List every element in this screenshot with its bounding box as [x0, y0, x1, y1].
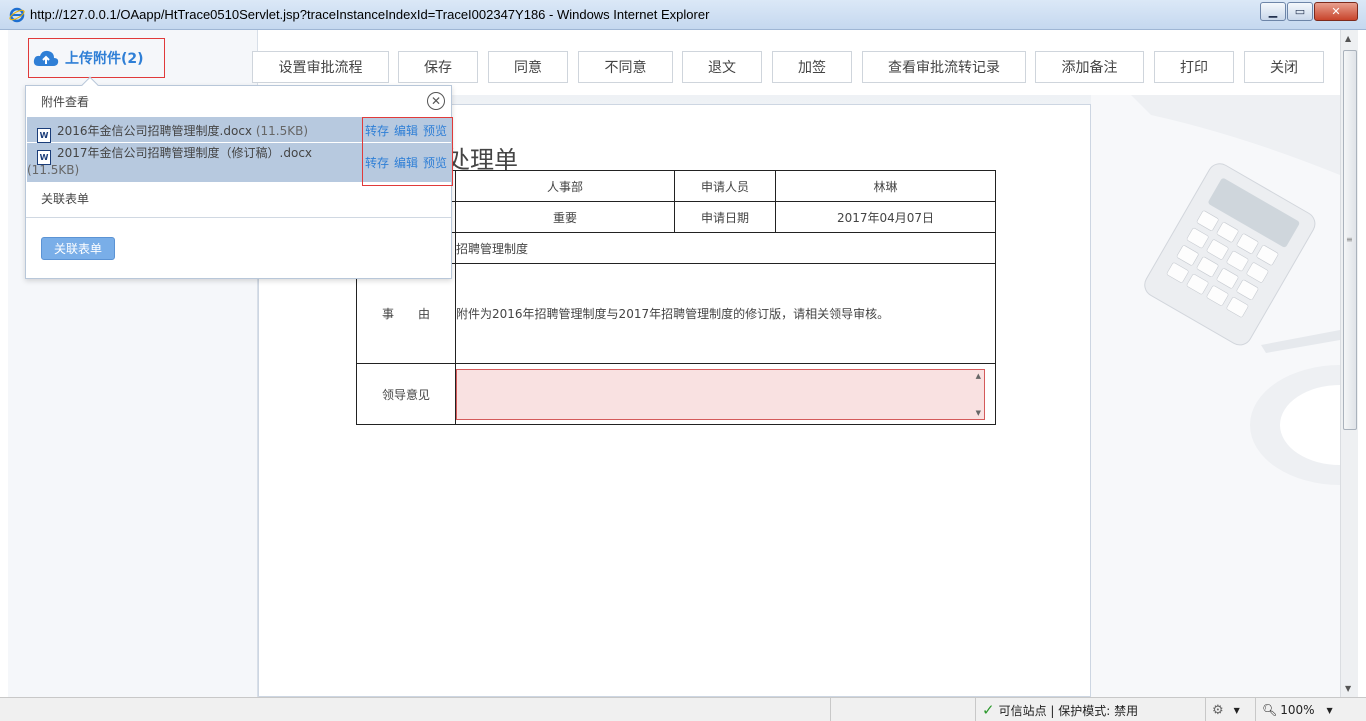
zoom-icon: 🔍︎	[1262, 703, 1278, 717]
view-approval-records-button[interactable]: 查看审批流转记录	[862, 51, 1026, 83]
attachment-name[interactable]: 2017年金信公司招聘管理制度（修订稿）.docx	[57, 146, 312, 160]
minimize-icon: ▁	[1268, 5, 1278, 18]
opinion-cell: ▲ ▼	[455, 363, 996, 425]
security-zone-text: 可信站点 | 保护模式: 禁用	[998, 703, 1139, 718]
textarea-scroll-down-icon[interactable]: ▼	[976, 409, 981, 417]
return-document-button[interactable]: 退文	[682, 51, 762, 83]
save-button[interactable]: 保存	[398, 51, 478, 83]
add-note-button[interactable]: 添加备注	[1035, 51, 1144, 83]
print-button[interactable]: 打印	[1154, 51, 1234, 83]
scroll-down-icon[interactable]: ▼	[1345, 684, 1351, 693]
textarea-scroll-up-icon[interactable]: ▲	[976, 372, 981, 380]
close-icon: ✕	[1331, 5, 1341, 18]
attachment-size: (11.5KB)	[255, 124, 309, 138]
ie-icon	[9, 7, 25, 23]
word-file-icon: W	[37, 128, 51, 143]
minimize-button[interactable]: ▁	[1260, 2, 1286, 21]
popup-divider	[26, 217, 451, 218]
close-circle-icon: ✕	[430, 94, 442, 108]
window-controls: ▁ ▭ ✕	[1260, 2, 1358, 21]
chevron-down-icon: ▼	[1233, 705, 1240, 715]
leader-opinion-textarea[interactable]: ▲ ▼	[456, 368, 986, 420]
agree-button[interactable]: 同意	[488, 51, 568, 83]
upload-attachment-label: 上传附件(2)	[65, 51, 144, 67]
date-value: 2017年04月07日	[774, 201, 997, 233]
disagree-button[interactable]: 不同意	[578, 51, 673, 83]
chevron-down-icon: ▼	[1326, 705, 1333, 715]
upload-attachment-button[interactable]: 上传附件(2)	[28, 38, 165, 78]
checkmark-icon: ✓	[982, 701, 995, 719]
close-window-button[interactable]: ✕	[1314, 2, 1358, 21]
applicant-label: 申请人员	[674, 170, 776, 202]
processing-form-table: 人事部 申请人员 林琳 重要 申请日期 2017年04月07日 招聘管理制度 事…	[355, 170, 997, 425]
zoom-control[interactable]: 🔍︎ 100% ▼	[1255, 698, 1343, 721]
set-approval-flow-button[interactable]: 设置审批流程	[252, 51, 389, 83]
browser-content: 上传附件(2) 设置审批流程 保存 同意 不同意 退文 加签 查看审批流转记录 …	[8, 30, 1340, 697]
shield-icon: ⚙	[1212, 702, 1224, 718]
protected-mode-dropdown[interactable]: ⚙ ▼	[1205, 698, 1253, 721]
attachment-viewer-title: 附件查看	[41, 95, 90, 109]
desk-background-image	[1091, 95, 1340, 697]
date-label: 申请日期	[674, 201, 776, 233]
department-value: 人事部	[455, 170, 675, 202]
security-zone[interactable]: ✓ 可信站点 | 保护模式: 禁用	[975, 698, 1200, 721]
close-button[interactable]: 关闭	[1244, 51, 1324, 83]
related-form-label: 关联表单	[41, 192, 90, 206]
vertical-scrollbar[interactable]: ▲ ≡ ▼	[1340, 30, 1358, 697]
applicant-value: 林琳	[774, 170, 997, 202]
attachment-viewer-popup: 附件查看 ✕ W 2016年金信公司招聘管理制度.docx (11.5KB) 转存…	[25, 76, 453, 279]
attachment-name[interactable]: 2016年金信公司招聘管理制度.docx	[57, 124, 252, 138]
status-bar: ✓ 可信站点 | 保护模式: 禁用 ⚙ ▼ 🔍︎ 100% ▼	[0, 697, 1366, 721]
popup-close-button[interactable]: ✕	[427, 92, 445, 110]
attachment-name-wrapper: W 2016年金信公司招聘管理制度.docx (11.5KB)	[37, 122, 308, 143]
maximize-button[interactable]: ▭	[1287, 2, 1313, 21]
zoom-level: 100%	[1280, 703, 1315, 717]
cloud-upload-icon	[33, 50, 59, 66]
maximize-icon: ▭	[1294, 5, 1306, 18]
grip-icon: ≡	[1346, 235, 1353, 244]
window-title: http://127.0.0.1/OAapp/HtTrace0510Servle…	[30, 7, 710, 22]
status-empty-segment	[830, 698, 975, 721]
subject-value: 招聘管理制度	[455, 232, 996, 264]
scrollbar-thumb[interactable]: ≡	[1343, 50, 1357, 430]
window-titlebar: http://127.0.0.1/OAapp/HtTrace0510Servle…	[0, 0, 1366, 30]
opinion-label: 领导意见	[355, 363, 457, 425]
actions-highlight-box	[362, 117, 453, 186]
priority-value: 重要	[455, 201, 675, 233]
related-form-button[interactable]: 关联表单	[41, 237, 115, 260]
reason-value: 附件为2016年招聘管理制度与2017年招聘管理制度的修订版，请相关领导审核。	[455, 263, 996, 364]
add-signer-button[interactable]: 加签	[772, 51, 852, 83]
attachment-size: (11.5KB)	[27, 163, 80, 177]
scroll-up-icon[interactable]: ▲	[1345, 34, 1351, 43]
attachment-name-wrapper: W 2017年金信公司招聘管理制度（修订稿）.docx	[37, 146, 355, 165]
